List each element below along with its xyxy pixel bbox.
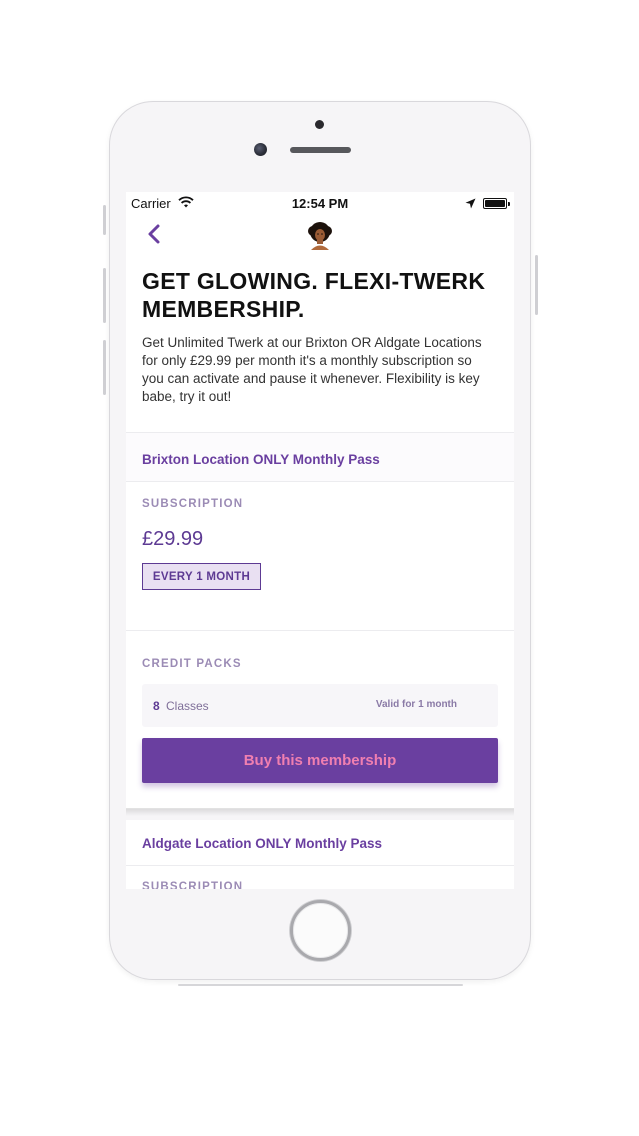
subscription-label: SUBSCRIPTION [142,498,244,510]
page-title: GET GLOWING. FLEXI-TWERK MEMBERSHIP. [142,268,486,322]
buy-membership-button[interactable]: Buy this membership [142,738,498,783]
credit-validity: Valid for 1 month [375,699,457,710]
power-button [535,255,538,315]
front-camera [254,143,267,156]
clock-time: 12:54 PM [291,196,349,211]
mute-switch [103,205,106,235]
section-divider [126,630,514,631]
status-bar: Carrier 12:54 PM [126,192,514,216]
back-button[interactable] [144,223,166,245]
membership-description: Get Unlimited Twerk at our Brixton OR Al… [142,335,482,404]
card-shadow [126,808,514,816]
app-screen: Carrier 12:54 PM GET GLOWING. FLEXI-TWER… [126,192,514,889]
profile-avatar-icon [307,222,333,250]
credit-packs-label: CREDIT PACKS [142,658,242,670]
billing-interval-badge: EVERY 1 MONTH [142,563,261,590]
chevron-left-icon [148,224,160,244]
subscription-price: £29.99 [142,528,204,550]
section-divider [126,481,514,482]
credit-pack-item: 8 Classes Valid for 1 month [142,684,498,727]
proximity-sensor [315,120,324,129]
credit-count: 8 [153,699,160,713]
credit-unit: Classes [166,699,209,713]
subscription-label: SUBSCRIPTION [142,881,244,889]
section-divider [126,865,514,866]
volume-up-button [103,268,106,323]
pass-title-brixton: Brixton Location ONLY Monthly Pass [142,452,380,467]
pass-title-aldgate: Aldgate Location ONLY Monthly Pass [142,836,383,851]
device-base-line [178,984,463,986]
battery-icon [483,198,510,209]
home-button[interactable] [290,900,351,961]
volume-down-button [103,340,106,395]
location-arrow-icon [465,197,476,212]
earpiece-speaker [290,147,351,153]
